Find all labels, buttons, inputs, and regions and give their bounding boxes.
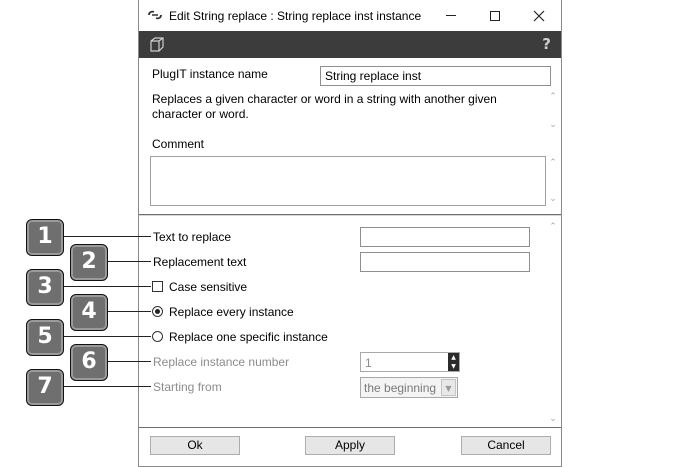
replace-every-radio[interactable]: [152, 306, 163, 317]
callout-badge-2: 2: [70, 244, 108, 281]
callout-line-5: [62, 336, 151, 337]
instance-name-field[interactable]: String replace inst: [320, 66, 551, 86]
minimize-icon: [446, 15, 456, 16]
callout-line-1: [62, 236, 151, 237]
replace-one-label[interactable]: Replace one specific instance: [169, 330, 328, 344]
callout-line-6: [106, 361, 151, 362]
cancel-button[interactable]: Cancel: [461, 436, 551, 455]
plugit-cube-icon[interactable]: [149, 37, 165, 52]
scroll-up-icon[interactable]: ⌃: [547, 222, 559, 232]
callout-badge-5: 5: [26, 319, 64, 356]
close-icon: [533, 10, 545, 21]
callout-line-3: [62, 286, 151, 287]
callout-line-7: [62, 386, 151, 387]
maximize-button[interactable]: [473, 0, 517, 31]
section-divider-highlight: [139, 215, 561, 216]
chain-link-icon: [148, 10, 162, 20]
starting-from-label: Starting from: [153, 380, 222, 394]
replace-one-radio[interactable]: [152, 331, 163, 342]
toolbar: ?: [139, 31, 561, 58]
spinner-buttons[interactable]: ▲ ▼: [448, 353, 459, 371]
case-sensitive-label[interactable]: Case sensitive: [169, 280, 247, 294]
ok-button[interactable]: Ok: [150, 436, 240, 455]
replace-every-label[interactable]: Replace every instance: [169, 305, 294, 319]
minimize-button[interactable]: [429, 0, 473, 31]
comment-textarea[interactable]: [150, 156, 546, 206]
scroll-down-icon[interactable]: ⌄: [547, 414, 559, 424]
title-bar: Edit String replace : String replace ins…: [139, 0, 561, 31]
maximize-icon: [490, 10, 500, 21]
spin-up-icon[interactable]: ▲: [451, 354, 456, 361]
instance-number-spinner[interactable]: 1 ▲ ▼: [360, 352, 460, 372]
text-to-replace-input[interactable]: [360, 227, 530, 247]
comment-scrollbar[interactable]: ⌃ ⌄: [547, 158, 559, 204]
replacement-text-label: Replacement text: [153, 255, 247, 269]
callout-badge-1: 1: [26, 219, 64, 256]
spin-down-icon[interactable]: ▼: [451, 363, 456, 370]
scroll-up-icon[interactable]: ⌃: [547, 92, 559, 102]
callout-badge-6: 6: [70, 344, 108, 381]
chevron-down-icon[interactable]: ▼: [441, 379, 456, 396]
close-button[interactable]: [517, 0, 561, 31]
help-icon[interactable]: ?: [542, 35, 551, 53]
footer-divider: [139, 427, 561, 428]
case-sensitive-checkbox[interactable]: [152, 281, 163, 292]
apply-button[interactable]: Apply: [305, 436, 395, 455]
settings-scrollbar[interactable]: ⌃ ⌄: [547, 222, 559, 424]
scroll-down-icon[interactable]: ⌄: [547, 120, 559, 130]
callout-badge-7: 7: [26, 369, 64, 406]
starting-from-select[interactable]: the beginning ▼: [360, 377, 458, 398]
starting-from-value: the beginning: [364, 381, 437, 395]
instance-name-label: PlugIT instance name: [152, 67, 268, 81]
callout-badge-4: 4: [70, 294, 108, 331]
comment-label: Comment: [152, 137, 205, 151]
scroll-up-icon[interactable]: ⌃: [547, 158, 559, 168]
window-title: Edit String replace : String replace ins…: [169, 9, 422, 23]
plugit-description: Replaces a given character or word in a …: [152, 92, 497, 121]
callout-badge-3: 3: [26, 269, 64, 306]
description-scrollbar[interactable]: ⌃ ⌄: [547, 92, 559, 130]
instance-number-label: Replace instance number: [153, 355, 290, 369]
callout-line-2: [106, 261, 151, 262]
replacement-text-input[interactable]: [360, 252, 530, 272]
scroll-down-icon[interactable]: ⌄: [547, 194, 559, 204]
edit-dialog: Edit String replace : String replace ins…: [138, 0, 562, 467]
callout-line-4: [106, 311, 151, 312]
text-to-replace-label: Text to replace: [153, 230, 232, 244]
instance-number-value: 1: [365, 356, 372, 370]
